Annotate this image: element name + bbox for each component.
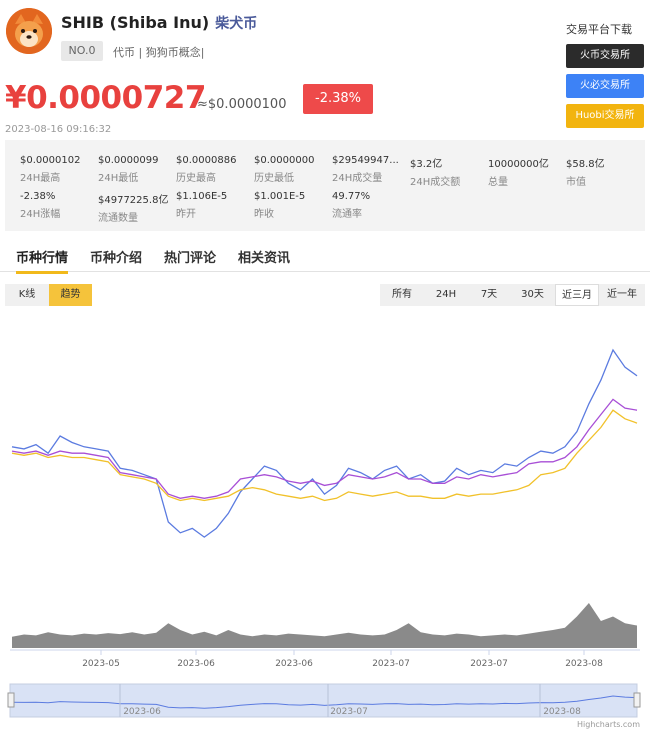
stat-market-cap: $58.8亿 市值 [566, 159, 605, 188]
tab-bar: 币种行情 币种介绍 热门评论 相关资讯 [0, 243, 650, 274]
change-badge: -2.38% [303, 84, 373, 114]
tab-intro[interactable]: 币种介绍 [90, 247, 142, 266]
navigator-left-handle[interactable] [7, 692, 15, 708]
stat-ath: $0.0000886 历史最高 [176, 155, 237, 184]
range-all[interactable]: 所有 [380, 284, 424, 306]
update-time: 2023-08-16 09:16:32 [5, 124, 112, 135]
x-tick-label: 2023-06 [275, 659, 313, 669]
x-tick-label: 2023-05 [82, 659, 120, 669]
coin-title: SHIB (Shiba Inu) 柴犬币 [61, 13, 257, 33]
price-chart: 2023-05 2023-06 2023-06 2023-07 2023-07 2023-… [7, 348, 641, 729]
range-24h[interactable]: 24H [424, 284, 468, 306]
range-1y[interactable]: 近一年 [599, 284, 645, 306]
stat-24h-turnover: $3.2亿 24H成交额 [410, 159, 461, 188]
price-value: ¥0.0000727 [5, 80, 206, 116]
x-tick-label: 2023-08 [565, 659, 603, 669]
trend-button[interactable]: 趋势 [49, 284, 92, 306]
stat-24h-change: -2.38% 24H涨幅 [20, 191, 61, 220]
range-7d[interactable]: 7天 [468, 284, 510, 306]
x-axis-ticks: 2023-05 2023-06 2023-06 2023-07 2023-07 2023-… [82, 650, 603, 669]
x-tick-label: 2023-06 [177, 659, 215, 669]
tab-market[interactable]: 币种行情 [16, 247, 69, 274]
volume-series [12, 603, 637, 648]
kline-button[interactable]: K线 [5, 284, 49, 306]
x-tick-label: 2023-07 [470, 659, 508, 669]
exchange-button-huobi-global[interactable]: Huobi交易所 [566, 104, 644, 128]
price-usd: ≈$0.0000100 [197, 97, 287, 112]
stats-panel: $0.0000102 24H最高 $0.0000099 24H最低 $0.00008… [5, 140, 645, 231]
price-lines [11, 348, 638, 538]
coin-logo [6, 8, 52, 54]
price-series-line-1 [11, 398, 638, 499]
range-3m[interactable]: 近三月 [555, 284, 599, 306]
tab-news[interactable]: 相关资讯 [238, 247, 290, 266]
navigator-right-handle[interactable] [633, 692, 641, 708]
rank-badge: NO.0 [61, 41, 103, 61]
exchange-button-huobi[interactable]: 火币交易所 [566, 44, 644, 68]
stat-24h-low: $0.0000099 24H最低 [98, 155, 159, 184]
stat-atl: $0.0000000 历史最低 [254, 155, 315, 184]
range-30d[interactable]: 30天 [510, 284, 555, 306]
stat-total-supply: 10000000亿 总量 [488, 159, 549, 188]
coin-tags: 代币 | 狗狗币概念| [113, 46, 205, 59]
exchange-button-huobi-new[interactable]: 火必交易所 [566, 74, 644, 98]
stat-prev-close: $1.001E-5 昨收 [254, 191, 306, 220]
stat-prev-open: $1.106E-5 昨开 [176, 191, 228, 220]
stat-circulation-rate: 49.77% 流通率 [332, 191, 371, 220]
coin-symbol-name: SHIB (Shiba Inu) [61, 13, 210, 32]
chart-credit: Highcharts.com [577, 720, 640, 729]
navigator-tick-label: 2023-08 [543, 707, 581, 717]
stat-circulating: $4977225.8亿 流通数量 [98, 195, 169, 224]
stat-24h-volume: $29549947... 24H成交量 [332, 155, 399, 184]
navigator-tick-label: 2023-07 [330, 707, 368, 717]
x-tick-label: 2023-07 [372, 659, 410, 669]
price-series-line-2 [11, 409, 638, 502]
price-series-line-0 [11, 348, 638, 538]
tab-comments[interactable]: 热门评论 [164, 247, 216, 266]
volume-area [12, 603, 637, 648]
exchange-title: 交易平台下载 [566, 23, 632, 36]
navigator-tick-label: 2023-06 [123, 707, 161, 717]
coin-cn-name: 柴犬币 [215, 16, 258, 32]
stat-24h-high: $0.0000102 24H最高 [20, 155, 81, 184]
